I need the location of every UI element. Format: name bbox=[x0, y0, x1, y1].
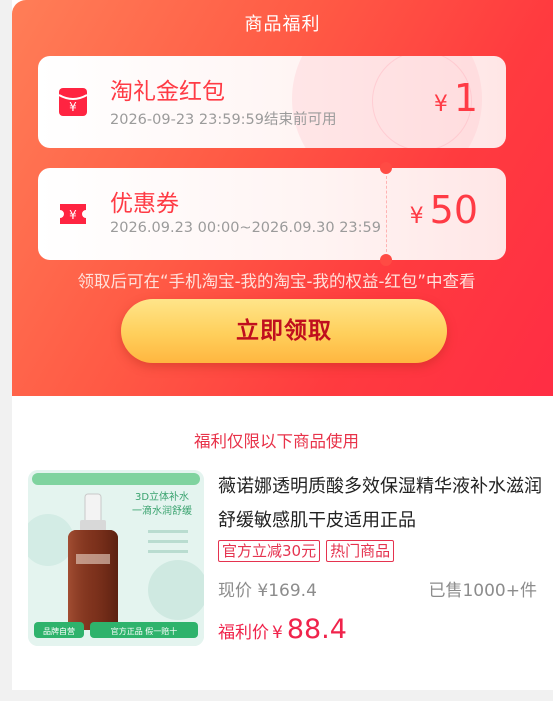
coupon-amount: ¥ 1 bbox=[434, 76, 478, 120]
product-photo: 3D立体补水 一滴水润舒缓 品牌自营 官方正品 假一赔十 bbox=[28, 470, 204, 646]
amount-value: 50 bbox=[429, 188, 478, 232]
panel-title: 商品福利 bbox=[244, 14, 321, 35]
current-price: 现价 ¥169.4 bbox=[218, 576, 317, 601]
tag-discount: 官方立减30元 bbox=[218, 540, 321, 562]
coupon-ticket-icon: ¥ bbox=[60, 204, 86, 224]
promo-value: 88.4 bbox=[286, 614, 347, 645]
image-headline-2: 一滴水润舒缓 bbox=[132, 504, 192, 517]
welfare-price: 福利价 ¥ 88.4 bbox=[218, 614, 347, 645]
currency-symbol: ¥ bbox=[433, 92, 448, 117]
image-badge-right: 官方正品 假一赔十 bbox=[111, 626, 178, 636]
coupon-card-red-packet[interactable]: ¥ 淘礼金红包 2026-09-23 23:59:59结束前可用 ¥ 1 bbox=[38, 56, 506, 148]
amount-value: 1 bbox=[453, 76, 478, 120]
promo-label: 福利价 bbox=[218, 623, 269, 643]
currency-symbol: ¥ bbox=[409, 204, 424, 229]
ticket-divider bbox=[386, 176, 387, 252]
svg-text:¥: ¥ bbox=[69, 100, 77, 114]
coupon-amount: ¥ 50 bbox=[410, 188, 478, 232]
product-title[interactable]: 薇诺娜透明质酸多效保湿精华液补水滋润舒缓敏感肌干皮适用正品 bbox=[218, 470, 543, 538]
red-packet-icon: ¥ bbox=[58, 88, 88, 116]
price-value: ¥169.4 bbox=[257, 581, 317, 601]
coupon-validity: 2026.09.23 00:00~2026.09.30 23:59 bbox=[110, 220, 381, 236]
product-tags: 官方立减30元 热门商品 bbox=[218, 540, 395, 562]
claim-now-button[interactable]: 立即领取 bbox=[121, 299, 447, 363]
bottom-margin bbox=[0, 690, 553, 701]
limit-notice: 福利仅限以下商品使用 bbox=[194, 432, 359, 451]
coupon-name: 优惠券 bbox=[110, 191, 179, 217]
coupon-validity: 2026-09-23 23:59:59结束前可用 bbox=[110, 112, 337, 128]
left-margin bbox=[0, 0, 12, 701]
price-label: 现价 bbox=[218, 581, 252, 601]
claim-hint: 领取后可在“手机淘宝-我的淘宝-我的权益-红包”中查看 bbox=[77, 272, 476, 291]
product-image[interactable]: 3D立体补水 一滴水润舒缓 品牌自营 官方正品 假一赔十 bbox=[28, 470, 204, 646]
coupon-card-discount[interactable]: ¥ 优惠券 2026.09.23 00:00~2026.09.30 23:59 … bbox=[38, 168, 506, 260]
ticket-notch-top bbox=[380, 162, 392, 174]
ticket-notch-bottom bbox=[380, 254, 392, 266]
promo-currency: ¥ bbox=[272, 623, 283, 643]
coupon-name: 淘礼金红包 bbox=[110, 79, 225, 105]
image-badge-left: 品牌自营 bbox=[43, 626, 75, 636]
image-headline-1: 3D立体补水 bbox=[135, 490, 189, 503]
sold-count: 已售1000+件 bbox=[428, 581, 537, 601]
svg-text:¥: ¥ bbox=[69, 208, 77, 222]
tag-hot: 热门商品 bbox=[326, 540, 395, 562]
